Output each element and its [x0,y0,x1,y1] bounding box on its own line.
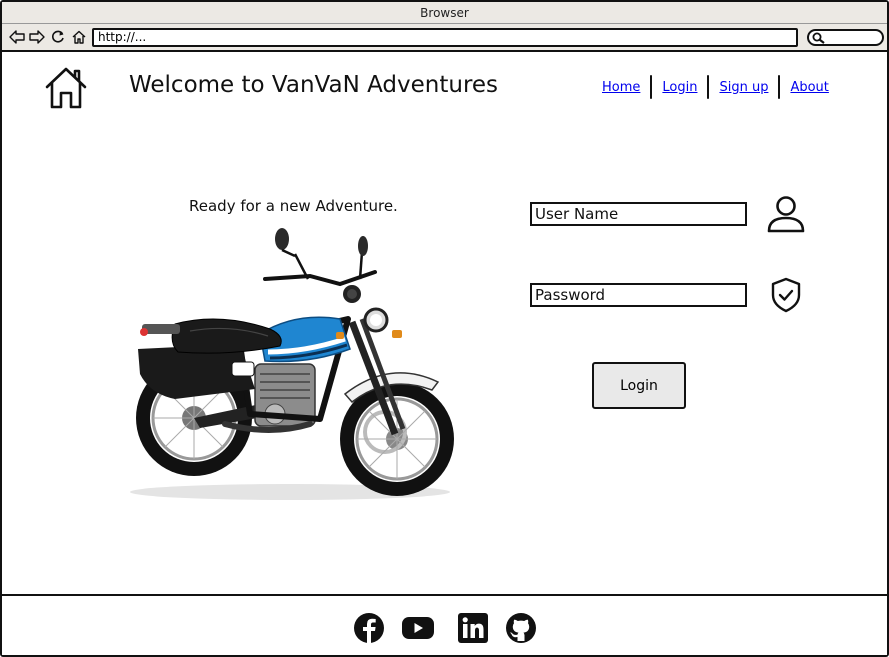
page-content: Welcome to VanVaN Adventures Home Login … [2,54,887,594]
back-icon[interactable] [8,28,26,46]
shield-check-icon [771,277,801,313]
reload-icon[interactable] [49,28,67,46]
browser-window: Browser http://... Welcome to VanVaN Adv… [0,0,889,657]
nav-home-link[interactable]: Home [600,80,642,95]
facebook-icon[interactable] [352,611,386,645]
browser-home-icon[interactable] [70,28,88,46]
youtube-icon[interactable] [401,611,435,645]
nav-divider [707,75,710,99]
nav-divider [778,75,781,99]
page-title: Welcome to VanVaN Adventures [129,72,499,98]
nav-signup-link[interactable]: Sign up [717,80,770,95]
motorcycle-image [130,228,454,500]
password-field[interactable]: Password [530,283,747,307]
search-icon [812,32,825,44]
tagline: Ready for a new Adventure. [189,197,398,215]
linkedin-icon[interactable] [456,611,490,645]
footer [2,594,887,655]
address-bar[interactable]: http://... [92,28,798,47]
browser-search-field[interactable] [807,29,884,46]
nav-divider [650,75,653,99]
login-button[interactable]: Login [592,362,686,409]
browser-toolbar: http://... [2,24,887,52]
forward-icon[interactable] [28,28,46,46]
home-logo-icon[interactable] [44,66,88,110]
window-title: Browser [2,2,887,24]
nav-login-link[interactable]: Login [660,80,699,95]
top-navigation: Home Login Sign up About [600,74,831,100]
nav-about-link[interactable]: About [788,80,830,95]
username-field[interactable]: User Name [530,202,747,226]
user-icon [767,196,805,233]
github-icon[interactable] [504,611,538,645]
